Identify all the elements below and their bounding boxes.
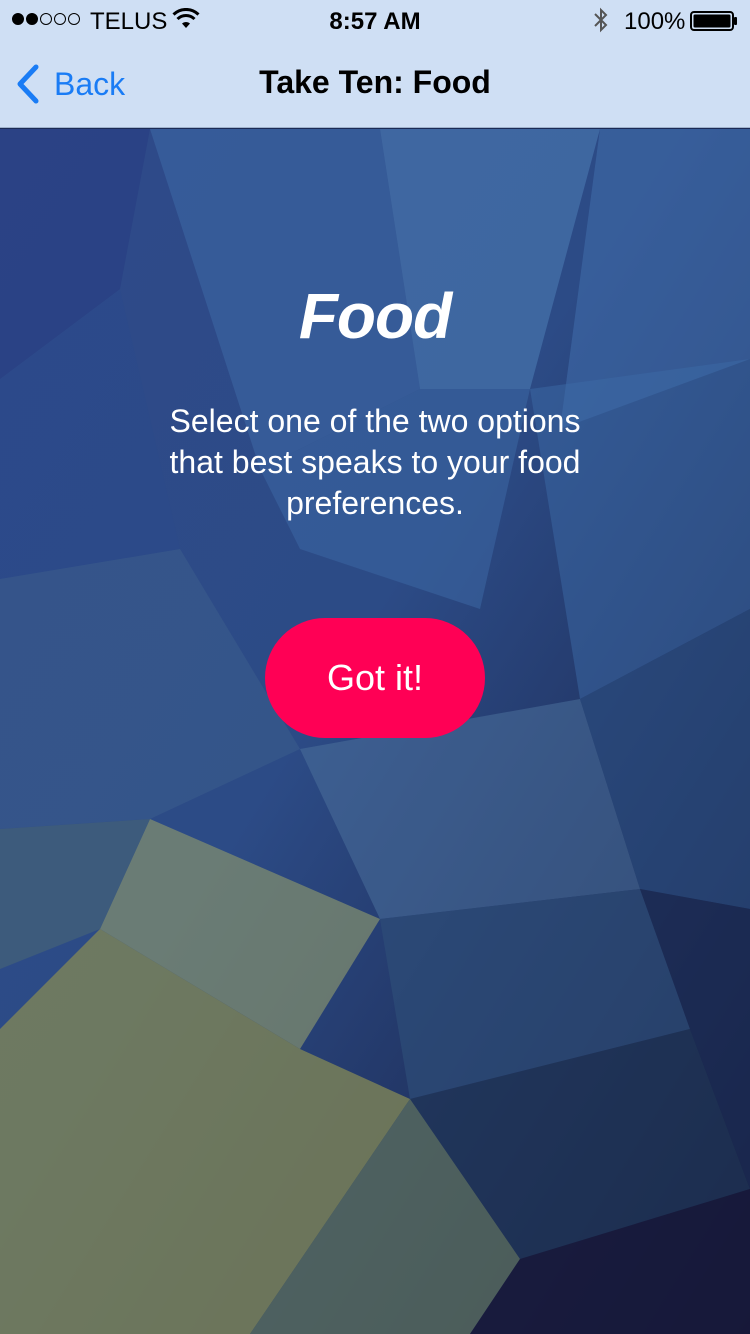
intro-screen: Food Select one of the two options that … [0,129,750,1334]
page-heading: Food [298,280,452,352]
battery-percentage: 100% [624,8,686,35]
nav-title: Take Ten: Food [259,64,491,100]
got-it-button[interactable]: Got it! [265,618,485,738]
bluetooth-icon [594,7,608,33]
battery-icon [690,11,737,31]
status-bar: TELUS 8:57 AM 100% [0,0,750,40]
navigation-bar: Back Take Ten: Food [0,40,750,128]
instructions-text: Select one of the two options that best … [169,403,581,521]
